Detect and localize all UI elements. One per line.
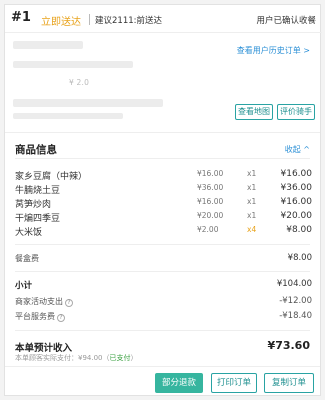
item-price: ¥36.00 [197,183,224,192]
list-item: 莴笋炒肉 ¥16.00 x1 ¥16.00 [15,197,313,210]
print-order-button[interactable]: 打印订单 [211,373,257,393]
price-hint: ¥ 2.0 [69,78,90,87]
box-fee-label: 餐盒费 [15,254,39,263]
list-item: 牛腩烧土豆 ¥36.00 x1 ¥36.00 [15,183,313,196]
section-divider [15,271,310,272]
goods-section-title: 商品信息 [15,144,57,156]
item-price: ¥20.00 [197,211,224,220]
service-fee-value: -¥18.40 [279,311,312,321]
list-item: 家乡豆腐（中辣） ¥16.00 x1 ¥16.00 [15,169,313,182]
section-divider [15,330,310,331]
actual-paid-note: 本单顾客实际支付：¥94.00（已支付） [15,354,138,362]
item-quantity: x1 [247,211,257,220]
user-history-link[interactable]: 查看用户历史订单 > [237,45,310,56]
box-fee-value: ¥8.00 [287,253,312,263]
income-label: 本单预计收入 [15,343,73,354]
list-item: 大米饭 ¥2.00 x4 ¥8.00 [15,225,312,238]
service-fee-label: 平台服务费? [15,311,65,322]
section-divider [5,132,320,133]
customer-phone-blurred [13,61,133,68]
subtotal-value: ¥104.00 [276,279,312,289]
suggested-delivery-time: 建议2111:前送达 [95,16,162,26]
income-value: ¥73.60 [267,339,310,352]
promo-label: 商家活动支出? [15,296,73,307]
receipt-status: 用户已确认收餐 [256,16,316,26]
item-name: 牛腩烧土豆 [15,186,61,196]
address-blurred [13,99,163,107]
customer-name-blurred [13,41,83,49]
item-name: 家乡豆腐（中辣） [15,172,88,182]
item-name: 大米饭 [15,228,43,238]
partial-refund-button[interactable]: 部分退款 [155,373,203,393]
copy-order-button[interactable]: 复制订单 [264,373,314,393]
box-fee-row: 餐盒费 ¥8.00 [15,253,312,265]
view-map-button[interactable]: 查看地图 [235,104,273,120]
paid-status: 已支付 [109,354,131,362]
item-total: ¥16.00 [280,197,313,207]
item-quantity: x1 [247,197,257,206]
order-card: #1 立即送达 建议2111:前送达 用户已确认收餐 查看用户历史订单 > ¥ … [4,4,322,396]
order-number: #1 [11,10,31,25]
subtotal-label: 小计 [15,281,33,291]
address-detail-blurred [13,113,123,119]
section-divider [5,366,320,367]
item-name: 莴笋炒肉 [15,200,52,210]
list-item: 干煸四季豆 ¥20.00 x1 ¥20.00 [15,211,313,224]
item-quantity: x1 [247,169,257,178]
item-price: ¥16.00 [197,197,224,206]
item-price: ¥16.00 [197,169,224,178]
divider [89,14,90,25]
delivery-status: 立即送达 [41,17,81,28]
subtotal-row: 小计 ¥104.00 [15,279,312,291]
service-fee-row: 平台服务费? -¥18.40 [15,311,312,323]
promo-value: -¥12.00 [279,296,312,306]
promo-row: 商家活动支出? -¥12.00 [15,296,312,308]
item-price: ¥2.00 [197,225,219,234]
item-total: ¥20.00 [280,211,313,221]
collapse-toggle[interactable]: 收起 ^ [285,144,310,155]
help-icon[interactable]: ? [57,314,65,322]
item-total: ¥16.00 [280,169,313,179]
item-total: ¥36.00 [280,183,313,193]
item-name: 干煸四季豆 [15,214,61,224]
help-icon[interactable]: ? [65,299,73,307]
item-quantity: x1 [247,183,257,192]
order-header: #1 立即送达 建议2111:前送达 用户已确认收餐 [5,5,322,33]
rate-rider-button[interactable]: 评价骑手 [277,104,315,120]
item-quantity: x4 [247,225,257,234]
section-divider [15,244,310,245]
item-total: ¥8.00 [286,225,312,235]
section-divider [15,158,310,159]
